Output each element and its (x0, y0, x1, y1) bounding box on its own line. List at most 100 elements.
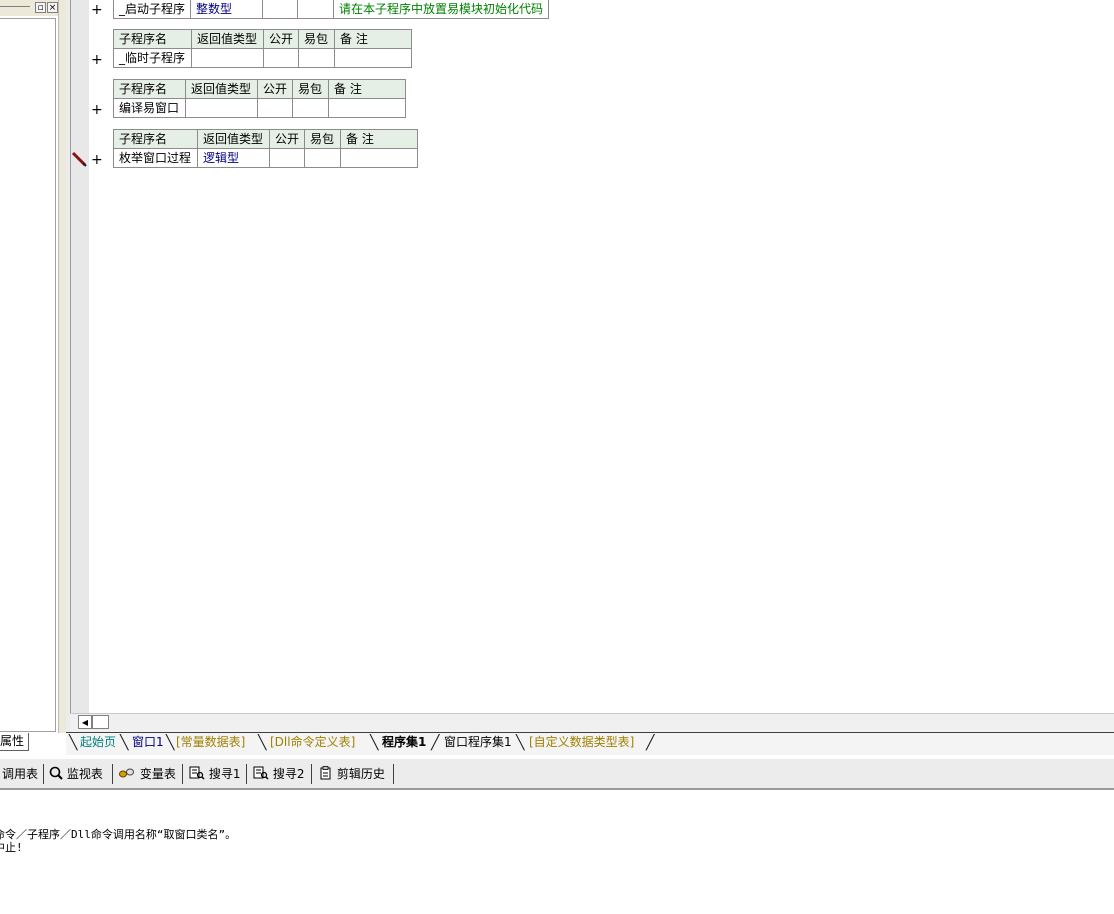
public-cell[interactable] (262, 48, 300, 68)
toolbar-separator (43, 764, 44, 784)
clip-history-label: 剪辑历史 (336, 767, 385, 781)
output-panel[interactable] (0, 790, 1114, 914)
variable-table-button[interactable]: 变量表 (118, 765, 176, 783)
pen-icon (71, 151, 87, 167)
header-return-type: 返回值类型 (185, 79, 258, 99)
remark-cell[interactable] (340, 148, 419, 168)
tab-separator: ╱ (431, 735, 440, 751)
toolbar-separator (311, 764, 312, 784)
output-line: 中止! (0, 841, 23, 854)
subroutine-name-cell[interactable]: 编译易窗口 (113, 98, 186, 118)
public-cell[interactable] (268, 148, 306, 168)
horizontal-scrollbar[interactable] (70, 713, 1114, 732)
tab-separator: ╲ (69, 735, 78, 751)
tab-window-program-set1[interactable]: 窗口程序集1 (444, 734, 512, 751)
table-header-row: 子程序名 返回值类型 公开 易包 备 注 (113, 129, 419, 149)
search1-button[interactable]: 搜寻1 (189, 765, 240, 783)
header-public: 公开 (256, 79, 294, 99)
output-line: 命令／子程序／Dll命令调用名称“取窗口类名”。 (0, 828, 237, 841)
subroutine-name-cell[interactable]: _临时子程序 (113, 48, 192, 68)
scrollbar-thumb[interactable] (92, 715, 109, 729)
table-row[interactable]: _临时子程序 (113, 48, 413, 68)
return-type-cell[interactable]: 逻辑型 (197, 148, 270, 168)
tab-separator: ╲ (258, 735, 267, 751)
header-easy-package: 易包 (304, 129, 342, 149)
tab-window1[interactable]: 窗口1 (132, 734, 164, 751)
clipboard-icon (320, 766, 331, 780)
table-row[interactable]: 枚举窗口过程 逻辑型 (113, 148, 419, 168)
subroutine-name-cell[interactable]: _启动子程序 (112, 0, 192, 19)
search1-label: 搜寻1 (208, 767, 241, 781)
tab-separator: ╲ (120, 735, 129, 751)
subroutine-table: 子程序名 返回值类型 公开 易包 备 注 枚举窗口过程 逻辑型 (113, 129, 419, 168)
watch-table-label: 监视表 (66, 767, 103, 781)
call-table-label: 调用表 (2, 767, 39, 781)
public-cell[interactable] (262, 0, 299, 19)
expand-icon[interactable]: + (91, 3, 103, 17)
watch-table-button[interactable]: 监视表 (49, 765, 103, 783)
clip-history-button[interactable]: 剪辑历史 (319, 765, 385, 783)
variable-table-label: 变量表 (139, 767, 176, 781)
header-subroutine-name: 子程序名 (113, 129, 198, 149)
remark-cell[interactable] (328, 98, 407, 118)
tab-separator: ╱ (646, 735, 655, 751)
properties-list[interactable] (0, 18, 56, 732)
search-doc-icon (253, 766, 269, 780)
titlebar-line (0, 6, 30, 7)
magnifier-icon (49, 766, 63, 780)
header-return-type: 返回值类型 (197, 129, 270, 149)
header-return-type: 返回值类型 (191, 29, 264, 49)
easy-package-cell[interactable] (297, 0, 335, 19)
tab-separator: ╲ (516, 735, 525, 751)
header-remark: 备 注 (328, 79, 407, 99)
toolbar-separator (393, 764, 394, 784)
easy-package-cell[interactable] (304, 148, 342, 168)
toolbar-separator (246, 764, 247, 784)
tab-separator: ╲ (166, 735, 175, 751)
subroutine-table: _启动子程序 整数型 请在本子程序中放置易模块初始化代码 (112, 0, 550, 19)
restore-icon[interactable]: ▫ (35, 2, 46, 13)
expand-icon[interactable]: + (91, 103, 103, 117)
table-header-row: 子程序名 返回值类型 公开 易包 备 注 (113, 79, 407, 99)
pane-splitter[interactable] (58, 0, 66, 733)
table-row[interactable]: _启动子程序 整数型 请在本子程序中放置易模块初始化代码 (112, 0, 550, 19)
tab-start-page[interactable]: 起始页 (80, 734, 116, 751)
tab-custom-data-types-table[interactable]: [自定义数据类型表] (529, 734, 634, 751)
public-cell[interactable] (256, 98, 294, 118)
return-type-cell[interactable]: 整数型 (190, 0, 264, 19)
table-header-row: 子程序名 返回值类型 公开 易包 备 注 (113, 29, 413, 49)
variables-icon (119, 768, 134, 778)
header-remark: 备 注 (334, 29, 413, 49)
header-subroutine-name: 子程序名 (113, 79, 186, 99)
tab-separator: ╲ (370, 735, 379, 751)
remark-cell[interactable] (334, 48, 413, 68)
tab-properties[interactable]: 属性 (0, 733, 29, 751)
header-public: 公开 (262, 29, 300, 49)
expand-icon[interactable]: + (91, 153, 103, 167)
close-icon[interactable]: × (47, 2, 58, 13)
scroll-left-arrow-icon[interactable]: ◀ (78, 715, 92, 729)
expand-icon[interactable]: + (91, 53, 103, 67)
search-doc-icon (189, 766, 205, 780)
subroutine-table: 子程序名 返回值类型 公开 易包 备 注 编译易窗口 (113, 79, 407, 118)
return-type-cell[interactable] (191, 48, 264, 68)
tab-constants-table[interactable]: [常量数据表] (176, 734, 245, 751)
subroutine-name-cell[interactable]: 枚举窗口过程 (113, 148, 198, 168)
tab-program-set1[interactable]: 程序集1 (382, 734, 426, 751)
return-type-cell[interactable] (185, 98, 258, 118)
toolbar-separator (112, 764, 113, 784)
subroutine-table: 子程序名 返回值类型 公开 易包 备 注 _临时子程序 (113, 29, 413, 68)
header-easy-package: 易包 (298, 29, 336, 49)
editor-gutter-markers (71, 0, 89, 713)
header-remark: 备 注 (340, 129, 419, 149)
easy-package-cell[interactable] (298, 48, 336, 68)
header-public: 公开 (268, 129, 306, 149)
toolbar-separator (182, 764, 183, 784)
easy-package-cell[interactable] (292, 98, 330, 118)
search2-button[interactable]: 搜寻2 (253, 765, 304, 783)
call-table-button[interactable]: 调用表 (2, 765, 38, 783)
tab-dll-commands-table[interactable]: [Dll命令定义表] (270, 734, 355, 751)
remark-cell[interactable]: 请在本子程序中放置易模块初始化代码 (333, 0, 550, 19)
table-row[interactable]: 编译易窗口 (113, 98, 407, 118)
search2-label: 搜寻2 (272, 767, 305, 781)
